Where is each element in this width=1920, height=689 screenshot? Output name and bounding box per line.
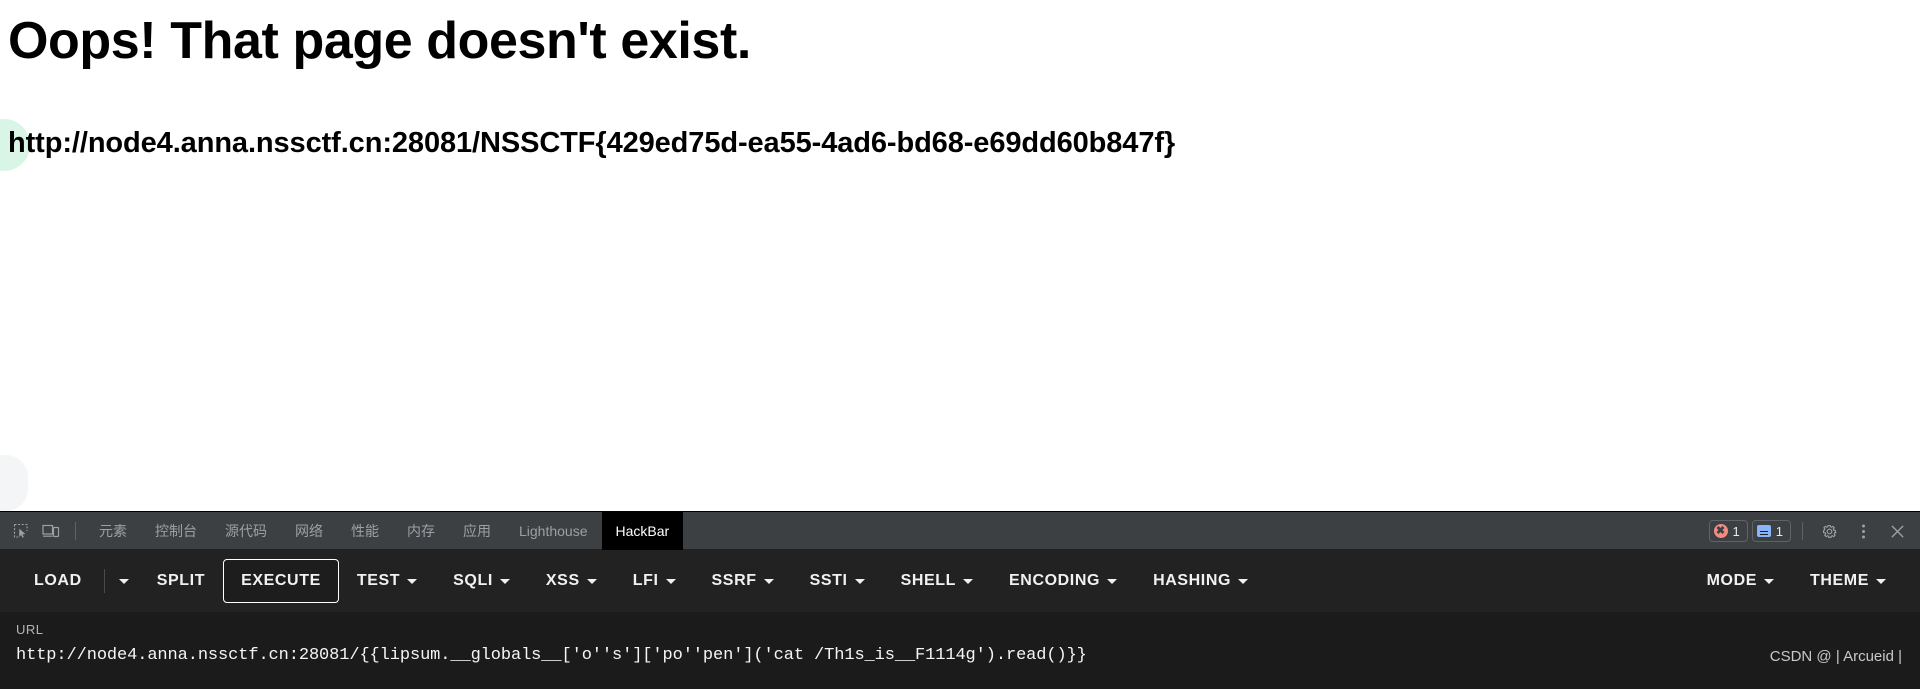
toolbar-divider <box>75 521 76 540</box>
devtools-status-area: ✖ 1 1 <box>1708 512 1912 550</box>
chevron-down-icon <box>665 578 676 584</box>
devtools-tab-sources[interactable]: 源代码 <box>211 512 281 550</box>
devtools-tab-hackbar[interactable]: HackBar <box>601 511 684 550</box>
hackbar-load-label: LOAD <box>34 572 82 589</box>
hackbar-url-area: URL CSDN @ | Arcueid | <box>0 612 1920 689</box>
flag-url-text: http://node4.anna.nssctf.cn:28081/NSSCTF… <box>8 127 1176 159</box>
hackbar-ssti-button[interactable]: SSTI <box>792 559 883 603</box>
hackbar-encoding-button[interactable]: ENCODING <box>991 559 1135 603</box>
devtools-tab-elements[interactable]: 元素 <box>85 512 141 550</box>
screenshot-root: Oops! That page doesn't exist. http://no… <box>0 0 1920 689</box>
hackbar-mode-label: MODE <box>1706 572 1757 589</box>
kebab-menu-icon[interactable] <box>1848 517 1878 545</box>
hackbar-test-button[interactable]: TEST <box>339 559 435 603</box>
hackbar-split-label: SPLIT <box>156 572 206 589</box>
error-count-badge[interactable]: ✖ 1 <box>1708 520 1748 542</box>
devtools-tab-lighthouse[interactable]: Lighthouse <box>505 512 602 550</box>
hackbar-split-button[interactable]: SPLIT <box>139 559 223 603</box>
chevron-down-icon <box>586 578 597 584</box>
hackbar-ssti-label: SSTI <box>809 572 848 589</box>
hackbar-mode-button[interactable]: MODE <box>1689 559 1792 603</box>
devtools-tab-network[interactable]: 网络 <box>281 512 337 550</box>
hackbar-ssrf-label: SSRF <box>711 572 757 589</box>
gear-icon[interactable] <box>1814 517 1844 545</box>
page-body: Oops! That page doesn't exist. http://no… <box>0 0 1920 511</box>
chevron-down-icon <box>854 578 865 584</box>
hackbar-encoding-label: ENCODING <box>1009 572 1101 589</box>
hackbar-shell-button[interactable]: SHELL <box>883 559 991 603</box>
hackbar-execute-button[interactable]: EXECUTE <box>223 559 339 603</box>
devtools-tab-performance[interactable]: 性能 <box>337 512 393 550</box>
devtools-tabstrip: 元素 控制台 源代码 网络 性能 内存 应用 Lighthouse HackBa… <box>0 511 1920 550</box>
chevron-down-icon <box>1876 578 1886 584</box>
hackbar-xss-button[interactable]: XSS <box>528 559 615 603</box>
device-toolbar-icon[interactable] <box>36 517 66 545</box>
url-field-label: URL <box>16 622 44 637</box>
hackbar-theme-label: THEME <box>1810 572 1869 589</box>
devtools-tab-console[interactable]: 控制台 <box>141 512 211 550</box>
hackbar-hashing-label: HASHING <box>1153 572 1232 589</box>
chevron-down-icon <box>118 578 129 584</box>
hackbar-shell-label: SHELL <box>900 572 957 589</box>
chevron-down-icon <box>1238 578 1249 584</box>
hackbar-toolbar: LOAD SPLIT EXECUTE TEST SQLI XSS LFI SSR… <box>0 550 1920 612</box>
message-count: 1 <box>1775 523 1783 539</box>
hackbar-test-label: TEST <box>356 572 401 589</box>
hackbar-load-dropdown-button[interactable] <box>109 566 139 597</box>
devtools-panel: 元素 控制台 源代码 网络 性能 内存 应用 Lighthouse HackBa… <box>0 511 1920 689</box>
hackbar-ssrf-button[interactable]: SSRF <box>694 559 792 603</box>
chevron-down-icon <box>499 578 510 584</box>
hackbar-load-button[interactable]: LOAD <box>16 559 100 603</box>
url-input[interactable] <box>16 646 1396 665</box>
hackbar-hashing-button[interactable]: HASHING <box>1135 559 1266 603</box>
message-count-badge[interactable]: 1 <box>1751 520 1791 542</box>
inspect-element-icon[interactable] <box>6 517 36 545</box>
message-box-icon <box>1756 525 1771 537</box>
hackbar-xss-label: XSS <box>545 572 580 589</box>
hackbar-sqli-label: SQLI <box>453 572 493 589</box>
hackbar-theme-button[interactable]: THEME <box>1792 559 1904 603</box>
csdn-watermark: CSDN @ | Arcueid | <box>1769 648 1902 665</box>
chevron-down-icon <box>763 578 774 584</box>
status-divider <box>1802 522 1803 540</box>
hackbar-execute-label: EXECUTE <box>241 572 321 589</box>
chevron-down-icon <box>1764 578 1774 584</box>
error-count: 1 <box>1732 523 1740 539</box>
page-title: Oops! That page doesn't exist. <box>8 12 751 70</box>
hackbar-lfi-button[interactable]: LFI <box>615 559 694 603</box>
chevron-down-icon <box>407 578 418 584</box>
hackbar-lfi-label: LFI <box>632 572 659 589</box>
error-circle-icon: ✖ <box>1713 524 1728 538</box>
devtools-tab-application[interactable]: 应用 <box>449 512 505 550</box>
close-icon[interactable] <box>1882 517 1912 545</box>
devtools-tab-memory[interactable]: 内存 <box>393 512 449 550</box>
hackbar-divider <box>103 569 105 593</box>
chevron-down-icon <box>963 578 974 584</box>
decorative-rounded-rect <box>0 455 28 511</box>
hackbar-sqli-button[interactable]: SQLI <box>435 559 528 603</box>
chevron-down-icon <box>1107 578 1118 584</box>
